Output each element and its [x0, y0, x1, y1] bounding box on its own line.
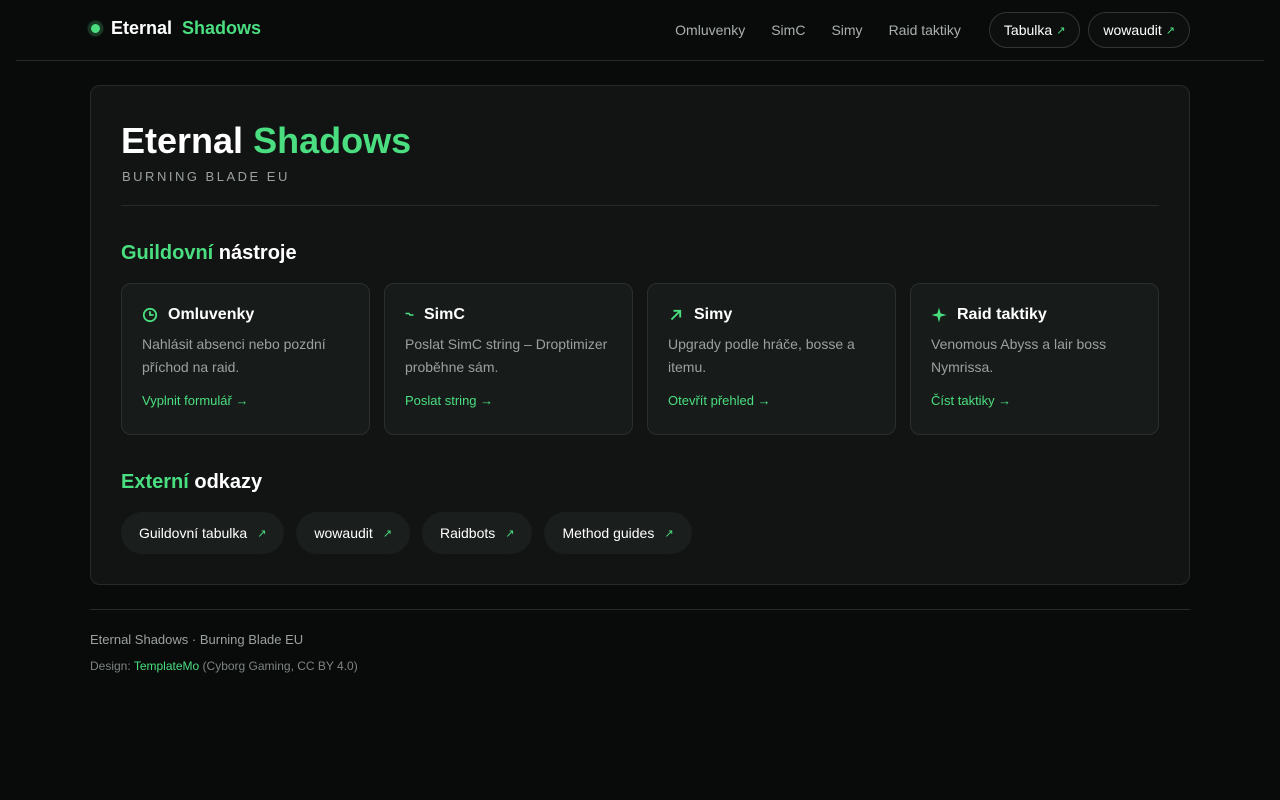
page-title-accent: Shadows — [253, 120, 412, 161]
card-link[interactable]: Poslat string → — [405, 393, 612, 408]
card-link[interactable]: Otevřít přehled → — [668, 393, 875, 408]
section-title-accent: Guildovní — [121, 242, 214, 264]
tool-card-simc[interactable]: SimC Poslat SimC string – Droptimizer pr… — [384, 283, 633, 435]
card-description: Poslat SimC string – Droptimizer proběhn… — [405, 336, 608, 375]
main-nav: Omluvenky SimC Simy Raid taktiky Tabulka… — [675, 12, 1190, 48]
external-links: Guildovní tabulka ↗ wowaudit ↗ Raidbots … — [121, 512, 704, 554]
section-title-rest: odkazy — [194, 471, 263, 493]
section-title-rest: nástroje — [218, 242, 297, 264]
nav-link-raid-taktiky[interactable]: Raid taktiky — [889, 12, 961, 48]
page-subtitle: BURNING BLADE EU — [122, 169, 290, 184]
footer-credit: Design: TemplateMo (Cyborg Gaming, CC BY… — [90, 659, 358, 673]
section-title-tools: Guildovní nástroje — [121, 242, 297, 265]
status-dot-icon — [88, 21, 103, 36]
tool-card-simy[interactable]: Simy Upgrady podle hráče, bosse a itemu.… — [647, 283, 896, 435]
nav-pill-label: wowaudit — [1103, 22, 1162, 38]
card-description: Upgrady podle hráče, bosse a itemu. — [668, 336, 855, 375]
brand-name-accent: Shadows — [182, 18, 262, 38]
footer-credit-suffix: (Cyborg Gaming, CC BY 4.0) — [202, 659, 358, 673]
top-navbar: Eternal Shadows Omluvenky SimC Simy Raid… — [16, 0, 1264, 61]
card-description: Venomous Abyss a lair boss Nymrissa. — [931, 336, 1107, 375]
clock-icon — [142, 307, 158, 323]
external-link-label: Raidbots — [440, 525, 496, 541]
arrow-up-right-icon — [668, 307, 684, 323]
footer-divider — [90, 609, 1190, 610]
sparkle-icon — [931, 307, 947, 323]
footer-credit-link[interactable]: TemplateMo — [134, 659, 199, 673]
card-title: SimC — [424, 306, 465, 323]
nav-pill-wowaudit[interactable]: wowaudit ↗ — [1088, 12, 1190, 48]
card-link[interactable]: Vyplnit formulář → — [142, 393, 349, 408]
tool-card-omluvenky[interactable]: Omluvenky Nahlásit absenci nebo pozdní p… — [121, 283, 370, 435]
card-title: Raid taktiky — [957, 306, 1047, 323]
external-link-label: Method guides — [562, 525, 655, 541]
tool-cards: Omluvenky Nahlásit absenci nebo pozdní p… — [121, 283, 1159, 435]
main-panel: Eternal Shadows BURNING BLADE EU Guildov… — [90, 85, 1190, 585]
external-link-label: wowaudit — [314, 525, 373, 541]
tool-card-raid-taktiky[interactable]: Raid taktiky Venomous Abyss a lair boss … — [910, 283, 1159, 435]
footer-text: Eternal Shadows · Burning Blade EU — [90, 632, 304, 647]
external-link-icon: ↗ — [257, 527, 267, 540]
card-title: Omluvenky — [168, 306, 255, 323]
external-link-method-guides[interactable]: Method guides ↗ — [544, 512, 692, 554]
nav-pill-label: Tabulka — [1003, 22, 1053, 38]
brand-name-primary: Eternal — [111, 18, 173, 38]
external-link-raidbots[interactable]: Raidbots ↗ — [422, 512, 533, 554]
external-link-guildovni-tabulka[interactable]: Guildovní tabulka ↗ — [121, 512, 285, 554]
external-link-label: Guildovní tabulka — [139, 525, 248, 541]
page-title-primary: Eternal — [121, 120, 244, 161]
nav-link-simy[interactable]: Simy — [831, 12, 862, 48]
card-title: Simy — [694, 306, 733, 323]
nav-link-omluvenky[interactable]: Omluvenky — [675, 12, 745, 48]
dash-icon — [405, 307, 414, 323]
section-title-accent: Externí — [121, 471, 189, 493]
card-description: Nahlásit absenci nebo pozdní příchod na … — [142, 336, 326, 375]
footer-credit-prefix: Design: — [90, 659, 131, 673]
external-link-icon: ↗ — [505, 527, 515, 540]
card-link[interactable]: Číst taktiky → — [931, 393, 1138, 408]
section-title-external: Externí odkazy — [121, 471, 262, 494]
external-link-icon: ↗ — [664, 527, 674, 540]
page-title: Eternal Shadows — [121, 120, 411, 162]
brand-logo[interactable]: Eternal Shadows — [88, 18, 261, 39]
external-link-wowaudit[interactable]: wowaudit ↗ — [296, 512, 410, 554]
external-link-icon: ↗ — [1056, 24, 1066, 37]
divider — [121, 205, 1159, 206]
external-link-icon: ↗ — [382, 527, 392, 540]
external-link-icon: ↗ — [1165, 24, 1175, 37]
nav-link-simc[interactable]: SimC — [771, 12, 805, 48]
nav-pill-tabulka[interactable]: Tabulka ↗ — [988, 12, 1081, 48]
